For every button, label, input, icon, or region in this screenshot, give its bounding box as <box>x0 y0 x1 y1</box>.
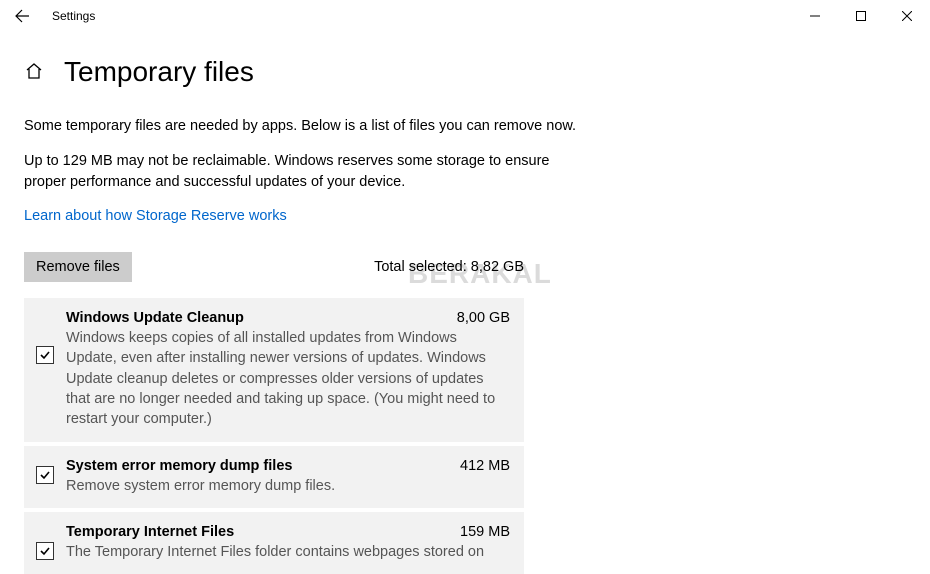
action-row: Remove files Total selected: 8,82 GB <box>24 252 524 282</box>
total-value: 8,82 GB <box>471 259 524 275</box>
home-icon[interactable] <box>24 61 44 84</box>
intro-text-1: Some temporary files are needed by apps.… <box>24 116 584 137</box>
remove-files-button[interactable]: Remove files <box>24 252 132 282</box>
item-title: Temporary Internet Files <box>66 524 234 540</box>
arrow-left-icon <box>14 8 30 24</box>
check-icon <box>39 545 51 557</box>
item-description: Remove system error memory dump files. <box>66 476 510 496</box>
file-list: Windows Update Cleanup 8,00 GB Windows k… <box>24 298 524 574</box>
maximize-button[interactable] <box>838 0 884 32</box>
minimize-button[interactable] <box>792 0 838 32</box>
item-size: 159 MB <box>460 524 510 540</box>
item-description: The Temporary Internet Files folder cont… <box>66 542 510 562</box>
check-icon <box>39 469 51 481</box>
item-size: 412 MB <box>460 458 510 474</box>
back-button[interactable] <box>0 0 44 32</box>
checkbox[interactable] <box>36 466 54 484</box>
total-label: Total selected: <box>374 259 471 275</box>
titlebar: Settings <box>0 0 930 32</box>
content: Temporary files Some temporary files are… <box>0 32 930 574</box>
checkbox[interactable] <box>36 542 54 560</box>
storage-reserve-link[interactable]: Learn about how Storage Reserve works <box>24 208 287 224</box>
item-description: Windows keeps copies of all installed up… <box>66 328 510 429</box>
minimize-icon <box>810 11 820 21</box>
page-header: Temporary files <box>24 56 906 88</box>
close-button[interactable] <box>884 0 930 32</box>
maximize-icon <box>856 11 866 21</box>
check-icon <box>39 349 51 361</box>
app-title: Settings <box>52 9 95 23</box>
item-size: 8,00 GB <box>457 310 510 326</box>
list-item[interactable]: System error memory dump files 412 MB Re… <box>24 446 524 508</box>
item-title: Windows Update Cleanup <box>66 310 244 326</box>
checkbox[interactable] <box>36 346 54 364</box>
item-title: System error memory dump files <box>66 458 292 474</box>
total-selected: Total selected: 8,82 GB <box>374 259 524 275</box>
list-item[interactable]: Windows Update Cleanup 8,00 GB Windows k… <box>24 298 524 441</box>
page-title: Temporary files <box>64 56 254 88</box>
list-item[interactable]: Temporary Internet Files 159 MB The Temp… <box>24 512 524 574</box>
intro-text-2: Up to 129 MB may not be reclaimable. Win… <box>24 151 584 193</box>
close-icon <box>902 11 912 21</box>
